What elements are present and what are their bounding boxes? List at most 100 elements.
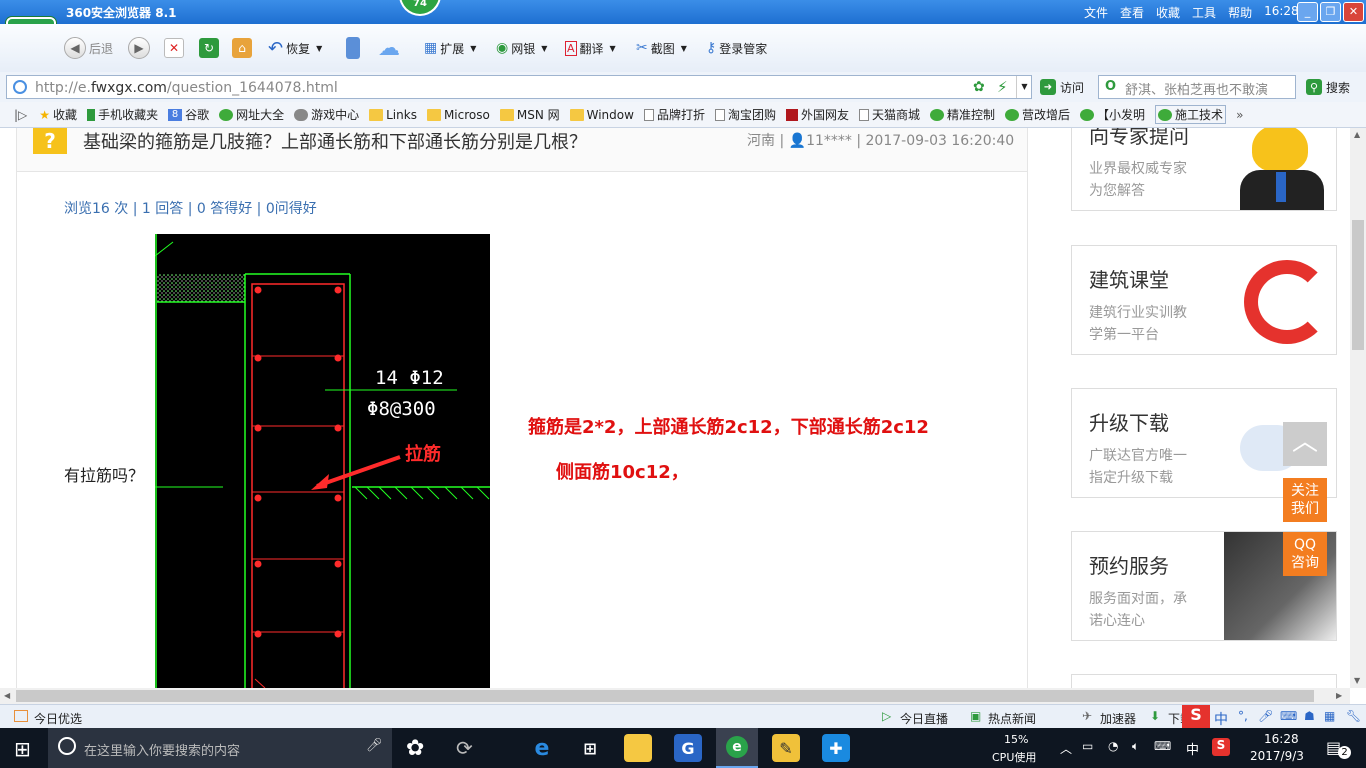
bookmark-games[interactable]: 游戏中心 bbox=[294, 106, 359, 123]
scroll-left-icon[interactable]: ◀ bbox=[4, 691, 10, 700]
netbank-button[interactable]: ◉ 网银 ▼ bbox=[496, 36, 547, 60]
bookmark-favorites[interactable]: ★ 收藏 bbox=[39, 106, 77, 123]
bookmark-vat[interactable]: 营改增后 bbox=[1005, 106, 1070, 123]
windows-start-icon[interactable]: ⊞ bbox=[14, 737, 31, 761]
next-card[interactable] bbox=[1071, 674, 1337, 688]
building-class-card[interactable]: 建筑课堂 建筑行业实训教 学第一平台 bbox=[1071, 245, 1337, 355]
wifi-icon[interactable]: ◔ bbox=[1108, 739, 1118, 753]
bookmark-links[interactable]: Links bbox=[369, 108, 417, 122]
sidebar-toggle-icon[interactable]: |▷ bbox=[14, 108, 27, 122]
menu-view[interactable]: 查看 bbox=[1120, 4, 1144, 21]
refresh-button[interactable]: ↻ bbox=[199, 36, 219, 60]
notes-app-icon[interactable]: ✎ bbox=[772, 734, 800, 762]
skin-icon[interactable]: ☗ bbox=[1304, 709, 1315, 723]
sogou-tray-icon[interactable]: S bbox=[1212, 738, 1230, 756]
minimize-button[interactable]: _ bbox=[1297, 2, 1318, 22]
qq-consult-button[interactable]: QQ 咨询 bbox=[1283, 532, 1327, 576]
search-button[interactable]: ⚲ 搜索 bbox=[1306, 75, 1350, 99]
cad-drawing[interactable]: 14 Φ12 Φ8@300 拉筋 bbox=[155, 234, 490, 688]
file-explorer-icon[interactable] bbox=[624, 734, 652, 762]
browser-360-taskbar-icon[interactable]: e bbox=[716, 728, 758, 768]
mic-icon[interactable]: 🎤︎ bbox=[366, 738, 383, 753]
scroll-right-icon[interactable]: ▶ bbox=[1336, 691, 1342, 700]
hot-news[interactable]: 热点新闻 bbox=[988, 710, 1036, 727]
bookmark-taobao[interactable]: 淘宝团购 bbox=[714, 106, 776, 123]
today-live[interactable]: 今日直播 bbox=[900, 710, 948, 727]
mic-icon[interactable]: 🎤︎ bbox=[1258, 709, 1273, 723]
ime-mode[interactable]: 中 bbox=[1214, 709, 1228, 729]
home-button[interactable]: ⌂ bbox=[232, 36, 252, 60]
back-to-top-button[interactable]: ︿ bbox=[1283, 422, 1327, 466]
bookmark-brand[interactable]: 品牌打折 bbox=[643, 106, 705, 123]
edge-icon[interactable]: e bbox=[528, 734, 556, 762]
bookmark-windows[interactable]: Window bbox=[569, 108, 634, 122]
screenshot-button[interactable]: ✂ 截图 ▼ bbox=[636, 36, 687, 60]
restore-tabs-button[interactable]: ↶ 恢复 ▼ bbox=[268, 36, 322, 60]
menu-tools[interactable]: 工具 bbox=[1192, 4, 1216, 21]
taskbar-time[interactable]: 16:28 bbox=[1264, 732, 1299, 746]
question-header: ? 基础梁的箍筋是几肢箍？上部通长筋和下部通长筋分别是几根？ 河南 | 👤11*… bbox=[16, 128, 1028, 172]
store-icon[interactable]: ⊞ bbox=[576, 734, 604, 762]
bookmark-microsoft[interactable]: Microso bbox=[426, 108, 490, 122]
keyboard-icon[interactable]: ⌨ bbox=[1280, 709, 1297, 723]
plus-app-icon[interactable]: ✚ bbox=[822, 734, 850, 762]
accelerator[interactable]: 加速器 bbox=[1100, 710, 1136, 727]
question-user[interactable]: 11**** bbox=[806, 133, 852, 149]
go-button[interactable]: ➜ 访问 bbox=[1040, 75, 1084, 99]
taskbar-search[interactable]: 在这里输入你要搜索的内容 🎤︎ bbox=[48, 728, 392, 768]
follow-us-button[interactable]: 关注 我们 bbox=[1283, 478, 1327, 522]
question-location[interactable]: 河南 bbox=[747, 133, 775, 149]
extend-button[interactable]: ▦ 扩展 ▼ bbox=[424, 36, 476, 60]
search-input[interactable]: O 舒淇、张柏芝再也不敢演 bbox=[1098, 75, 1296, 99]
menu-file[interactable]: 文件 bbox=[1084, 4, 1108, 21]
punct-icon[interactable]: °, bbox=[1238, 709, 1248, 723]
task-view-icon[interactable]: ✿ bbox=[406, 736, 424, 761]
translate-button[interactable]: A 翻译 ▼ bbox=[565, 36, 616, 60]
menu-favorites[interactable]: 收藏 bbox=[1156, 4, 1180, 21]
scroll-down-icon[interactable]: ▼ bbox=[1354, 676, 1360, 685]
bookmark-construction[interactable]: 施工技术 bbox=[1155, 105, 1227, 124]
reload-icon[interactable]: ✿ bbox=[973, 79, 985, 95]
app-swirl-icon[interactable]: ⟳ bbox=[456, 736, 473, 760]
stop-button[interactable]: ✕ bbox=[164, 36, 184, 60]
bookmark-tmall[interactable]: 天猫商城 bbox=[858, 106, 920, 123]
battery-icon[interactable]: ▭ bbox=[1082, 739, 1093, 753]
bookmark-hao[interactable]: 网址大全 bbox=[219, 106, 284, 123]
horizontal-scroll-thumb[interactable] bbox=[16, 690, 1314, 702]
login-manager-button[interactable]: ⚷ 登录管家 bbox=[706, 36, 767, 60]
mobile-button[interactable] bbox=[346, 36, 360, 60]
cpu-label: CPU使用 bbox=[992, 751, 1037, 764]
bookmark-google[interactable]: 8 谷歌 bbox=[168, 106, 209, 123]
bookmark-foreign[interactable]: 外国网友 bbox=[785, 106, 849, 123]
glodon-app-icon[interactable]: G bbox=[674, 734, 702, 762]
scroll-up-icon[interactable]: ▲ bbox=[1354, 130, 1360, 139]
cloud-button[interactable]: ☁ bbox=[378, 36, 400, 61]
lightning-icon[interactable]: ⚡ bbox=[997, 78, 1008, 96]
bookmark-invention[interactable]: 【小发明 bbox=[1080, 106, 1145, 123]
volume-icon[interactable]: 🔈︎ bbox=[1132, 739, 1139, 754]
taskbar-date[interactable]: 2017/9/3 bbox=[1250, 749, 1304, 763]
toolbox-icon[interactable]: ▦ bbox=[1324, 709, 1335, 723]
menu-help[interactable]: 帮助 bbox=[1228, 4, 1252, 21]
keyboard-icon[interactable]: ⌨ bbox=[1154, 739, 1171, 753]
vertical-scroll-thumb[interactable] bbox=[1352, 220, 1364, 350]
ask-expert-card[interactable]: 向专家提问 业界最权威专家 为您解答 bbox=[1071, 128, 1337, 211]
address-bar[interactable]: http://e.fwxgx.com/question_1644078.html… bbox=[6, 75, 1032, 99]
ime-indicator[interactable]: 中 bbox=[1186, 739, 1199, 758]
forward-button[interactable]: ▶ bbox=[128, 36, 150, 60]
vertical-scrollbar[interactable]: ▲ ▼ bbox=[1350, 128, 1366, 688]
bookmark-control[interactable]: 精准控制 bbox=[930, 106, 995, 123]
bookmark-mobile[interactable]: 手机收藏夹 bbox=[87, 106, 158, 123]
restore-button[interactable]: ❐ bbox=[1320, 2, 1341, 22]
bookmark-msn[interactable]: MSN 网 bbox=[499, 106, 560, 123]
url-dropdown-icon[interactable]: ▼ bbox=[1016, 76, 1032, 98]
sogou-ime-icon[interactable]: S bbox=[1182, 705, 1210, 729]
today-picks[interactable]: 今日优选 bbox=[34, 710, 82, 727]
question-stats[interactable]: 浏览16 次 | 1 回答 | 0 答得好 | 0问得好 bbox=[64, 198, 317, 218]
speed-badge[interactable]: 74 bbox=[399, 0, 441, 16]
more-bookmarks-icon[interactable]: » bbox=[1236, 108, 1243, 122]
wrench-icon[interactable]: 🔧︎ bbox=[1346, 709, 1361, 723]
close-button[interactable]: ✕ bbox=[1343, 2, 1364, 22]
tray-chevron-icon[interactable]: ︿ bbox=[1060, 740, 1072, 757]
back-button[interactable]: ◀ 后退 bbox=[64, 36, 113, 60]
